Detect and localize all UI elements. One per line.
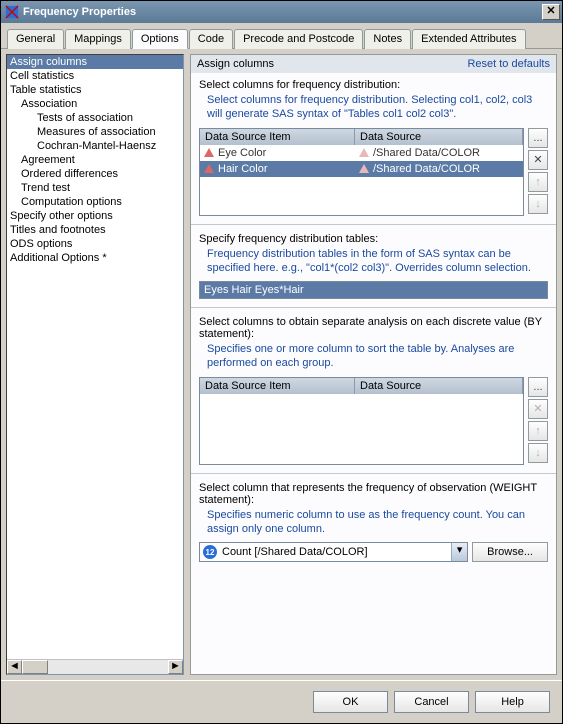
tree-additional[interactable]: Additional Options * [7,251,183,265]
numeric-icon: 12 [203,545,217,559]
content-panel: Assign columns Reset to defaults Select … [190,54,557,675]
grid1-r0-item: Eye Color [218,147,266,159]
dropdown-arrow-icon[interactable]: ▾ [451,543,467,561]
section1-label: Select columns for frequency distributio… [199,79,548,91]
tree-comp-options[interactable]: Computation options [7,195,183,209]
grid-col-item: Data Source Item [200,129,355,145]
scroll-left-icon[interactable]: ◄ [7,660,22,674]
section3-help: Specifies one or more column to sort the… [207,342,548,371]
section4-help: Specifies numeric column to use as the f… [207,508,548,537]
scroll-track[interactable] [48,660,168,674]
grid1-row0[interactable]: Eye Color /Shared Data/COLOR [200,145,523,161]
tree-specify-other[interactable]: Specify other options [7,209,183,223]
grid-col-source: Data Source [355,378,523,394]
remove-button[interactable]: ✕ [528,399,548,419]
tree-association[interactable]: Association [7,97,183,111]
scroll-thumb[interactable] [22,660,48,674]
divider [191,473,556,474]
divider [191,307,556,308]
char-icon [359,148,369,157]
close-button[interactable]: ✕ [542,4,560,20]
remove-button[interactable]: ✕ [528,150,548,170]
tree-tests-assoc[interactable]: Tests of association [7,111,183,125]
char-icon [204,148,214,157]
add-button[interactable]: ... [528,128,548,148]
tree-ods[interactable]: ODS options [7,237,183,251]
movedown-button[interactable]: ↓ [528,443,548,463]
freq-dist-grid[interactable]: Data Source Item Data Source Eye Color /… [199,128,524,216]
tab-extended[interactable]: Extended Attributes [412,29,525,49]
tab-precode[interactable]: Precode and Postcode [234,29,363,49]
tab-mappings[interactable]: Mappings [65,29,131,49]
reset-defaults-link[interactable]: Reset to defaults [467,58,550,70]
ok-button[interactable]: OK [313,691,388,713]
section3-label: Select columns to obtain separate analys… [199,316,548,340]
moveup-button[interactable]: ↑ [528,172,548,192]
help-button[interactable]: Help [475,691,550,713]
tree-titles[interactable]: Titles and footnotes [7,223,183,237]
weight-value: Count [/Shared Data/COLOR] [220,546,451,558]
grid1-sidebuttons: ... ✕ ↑ ↓ [528,128,548,216]
char-icon [204,164,214,173]
grid1-r1-item: Hair Color [218,163,268,175]
grid1-r0-src: /Shared Data/COLOR [373,147,480,159]
browse-button[interactable]: Browse... [472,542,548,562]
grid1-row1[interactable]: Hair Color /Shared Data/COLOR [200,161,523,177]
movedown-button[interactable]: ↓ [528,194,548,214]
cancel-button[interactable]: Cancel [394,691,469,713]
grid1-r1-src: /Shared Data/COLOR [373,163,480,175]
tree-table-stats[interactable]: Table statistics [7,83,183,97]
divider [191,224,556,225]
by-grid[interactable]: Data Source Item Data Source [199,377,524,465]
tree-ordered-diff[interactable]: Ordered differences [7,167,183,181]
window-title: Frequency Properties [23,6,542,18]
window: Frequency Properties ✕ General Mappings … [0,0,563,724]
tree-cmh[interactable]: Cochran-Mantel-Haensz [7,139,183,153]
section2-help: Frequency distribution tables in the for… [207,247,548,276]
moveup-button[interactable]: ↑ [528,421,548,441]
weight-dropdown[interactable]: 12 Count [/Shared Data/COLOR] ▾ [199,542,468,562]
grid2-sidebuttons: ... ✕ ↑ ↓ [528,377,548,465]
tree-assign-columns[interactable]: Assign columns [7,55,183,69]
tree-measures-assoc[interactable]: Measures of association [7,125,183,139]
section4-label: Select column that represents the freque… [199,482,548,506]
tab-options[interactable]: Options [132,29,188,49]
tab-notes[interactable]: Notes [364,29,411,49]
tree-agreement[interactable]: Agreement [7,153,183,167]
section2-label: Specify frequency distribution tables: [199,233,548,245]
char-icon [359,164,369,173]
tree-hscroll[interactable]: ◄ ► [7,659,183,674]
grid-col-source: Data Source [355,129,523,145]
grid-col-item: Data Source Item [200,378,355,394]
body: Assign columns Cell statistics Table sta… [1,49,562,680]
section1-help: Select columns for frequency distributio… [207,93,548,122]
tree-cell-stats[interactable]: Cell statistics [7,69,183,83]
freq-tables-input[interactable] [199,281,548,299]
titlebar: Frequency Properties ✕ [1,1,562,23]
app-icon [5,5,19,19]
add-button[interactable]: ... [528,377,548,397]
panel-title: Assign columns [197,58,274,70]
scroll-right-icon[interactable]: ► [168,660,183,674]
tabstrip: General Mappings Options Code Precode an… [1,23,562,49]
footer: OK Cancel Help [1,680,562,723]
tree-trend-test[interactable]: Trend test [7,181,183,195]
tab-code[interactable]: Code [189,29,233,49]
options-tree[interactable]: Assign columns Cell statistics Table sta… [6,54,184,675]
panel-head: Assign columns Reset to defaults [191,55,556,73]
tab-general[interactable]: General [7,29,64,49]
